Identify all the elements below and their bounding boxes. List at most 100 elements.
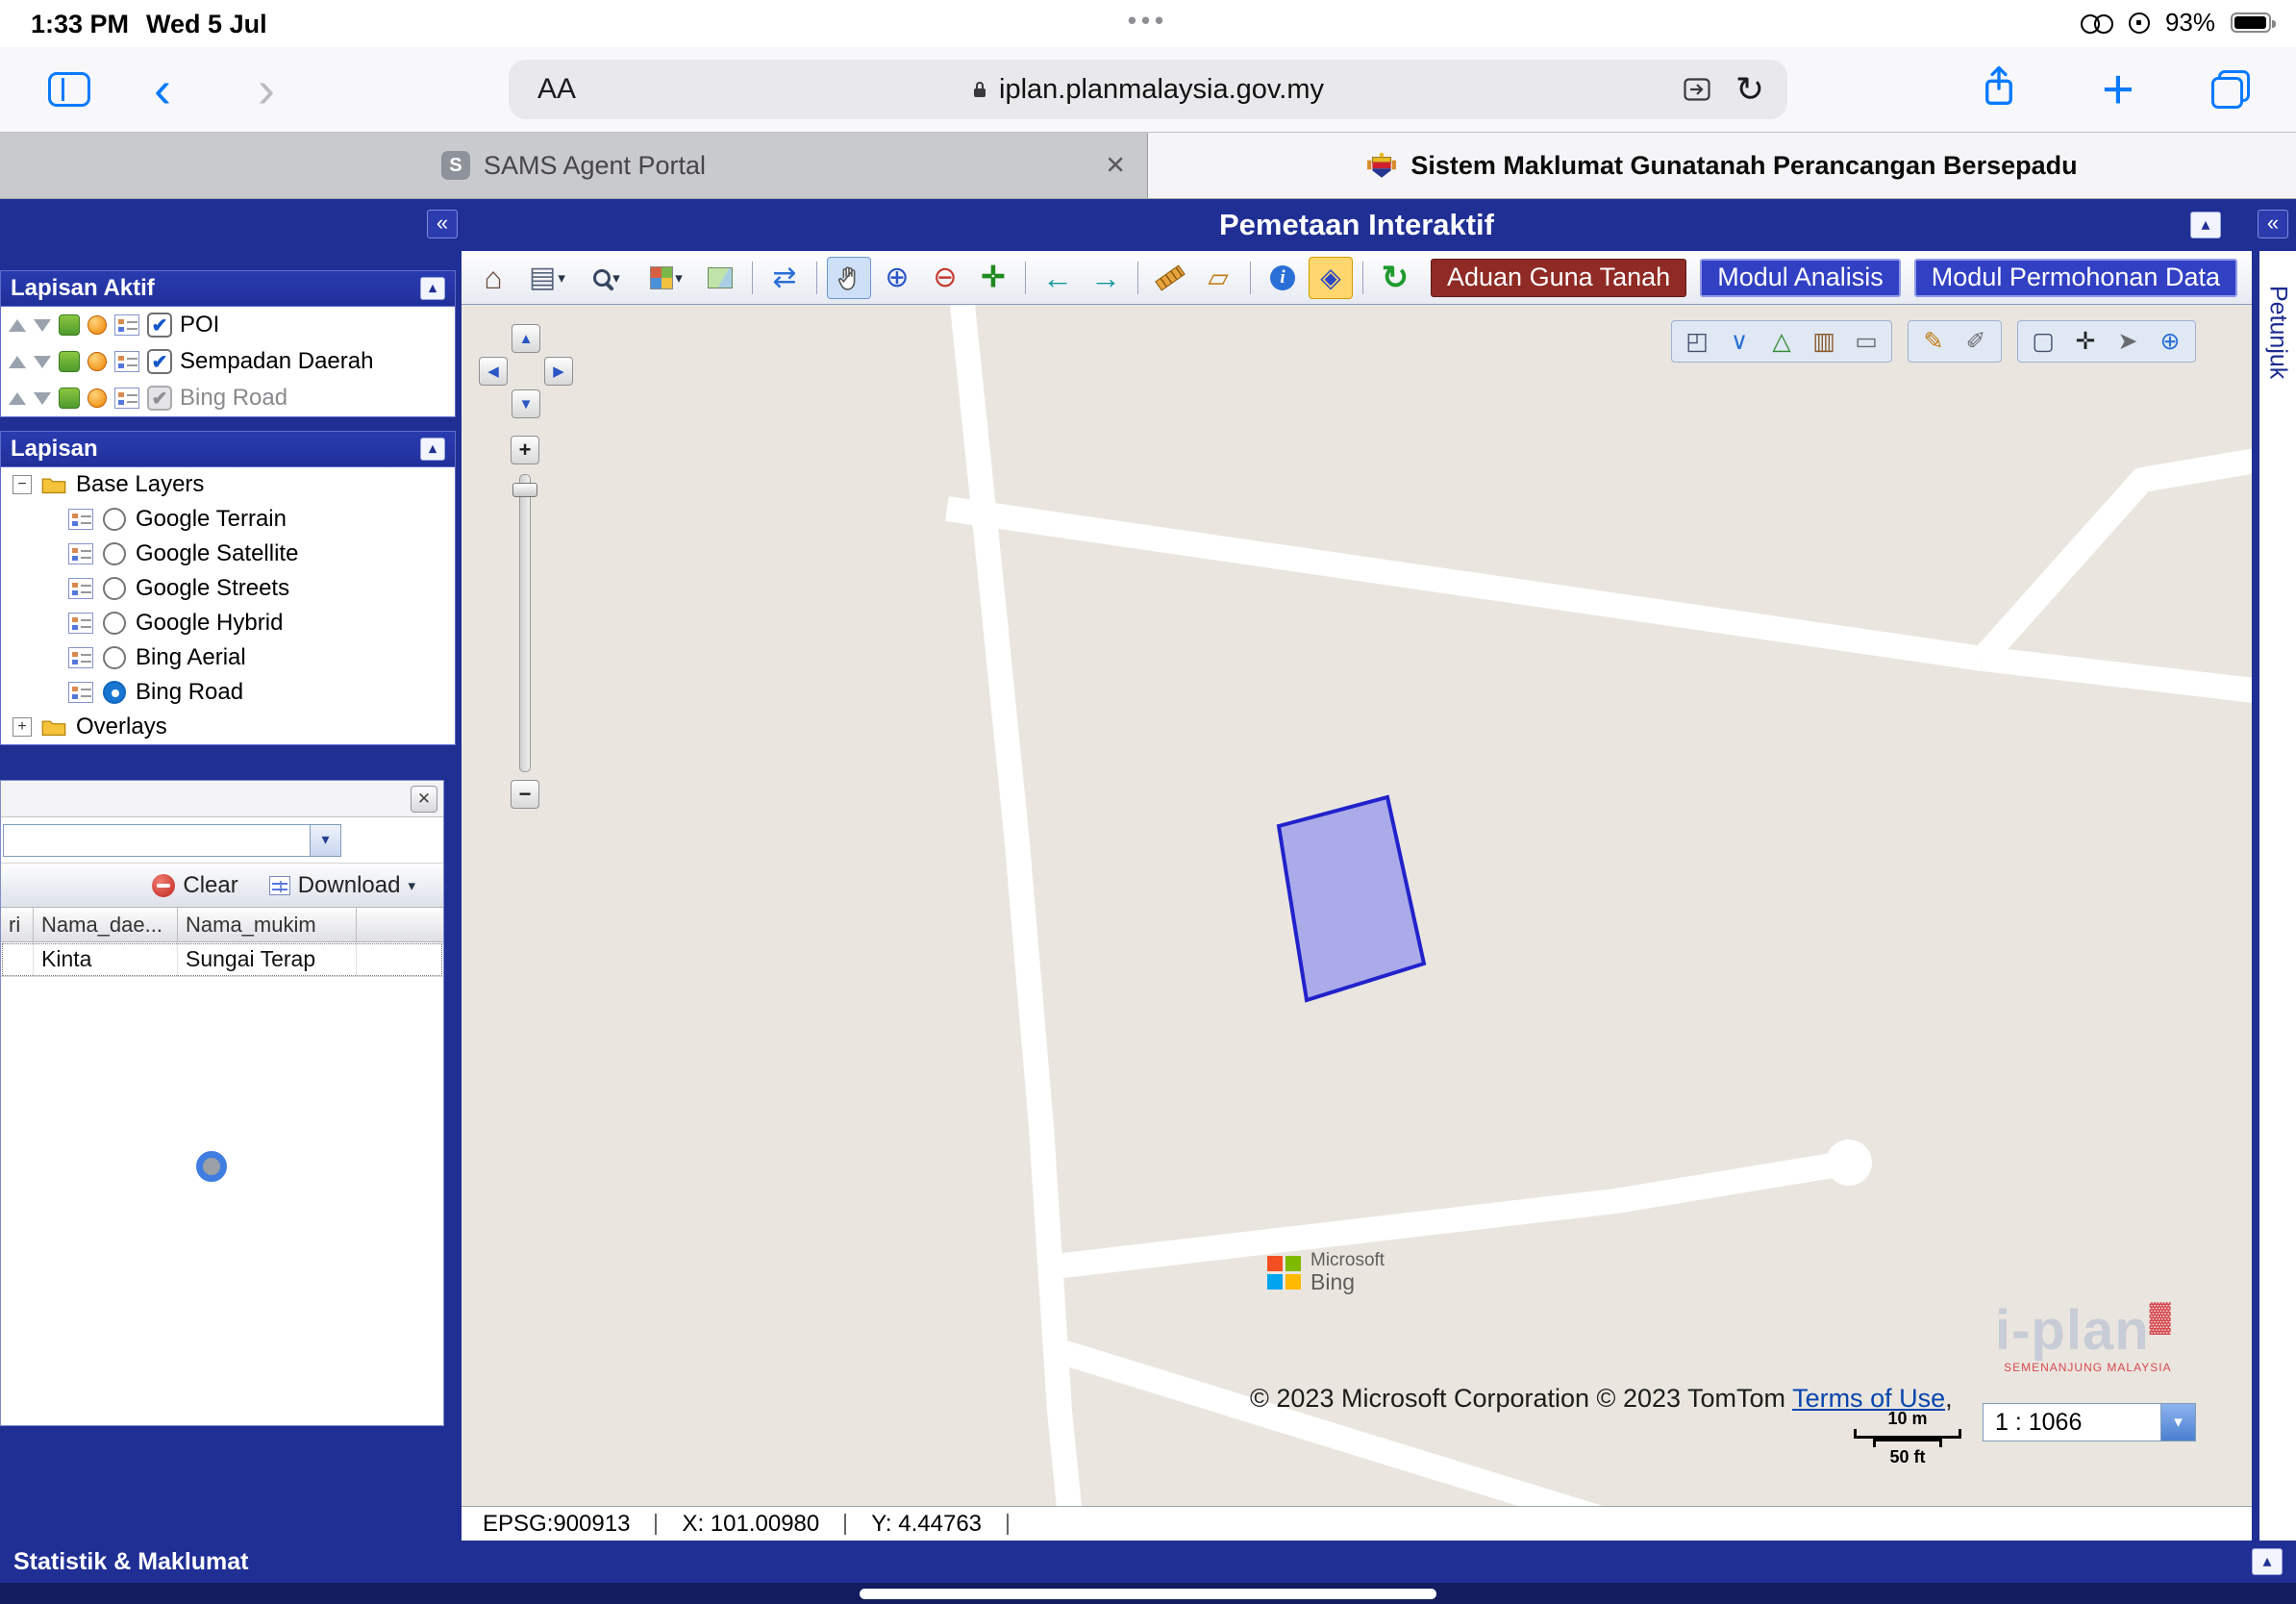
column-header[interactable]: Nama_mukim [178, 908, 357, 941]
map-canvas[interactable]: ▲ ◀ ▶ ▼ + − [462, 305, 2252, 1506]
base-layer-option-selected[interactable]: Bing Road [1, 675, 455, 710]
refresh-button[interactable] [1373, 257, 1417, 299]
zoom-out-step-button[interactable]: − [511, 780, 539, 809]
search-combobox[interactable] [3, 824, 341, 857]
back-button[interactable]: ‹ [154, 63, 171, 115]
base-layer-option[interactable]: Google Streets [1, 571, 455, 606]
previous-extent-button[interactable] [1036, 257, 1080, 299]
map-image-button[interactable] [698, 257, 742, 299]
base-layer-radio[interactable] [103, 508, 126, 531]
sketch-pencil-icon[interactable] [1914, 324, 1953, 359]
collapse-sidebar-button[interactable] [427, 210, 458, 238]
zoom-box-icon[interactable] [2024, 324, 2062, 359]
legend-icon[interactable] [68, 647, 93, 668]
base-layer-radio[interactable] [103, 646, 126, 669]
legend-icon[interactable] [68, 543, 93, 564]
pan-move-icon[interactable] [2066, 324, 2105, 359]
label-icon[interactable] [1847, 324, 1885, 359]
zoom-to-layer-icon[interactable] [59, 351, 80, 372]
next-extent-button[interactable] [1084, 257, 1128, 299]
column-header[interactable]: ri [1, 908, 34, 941]
multitask-dots[interactable]: ••• [1128, 6, 1168, 36]
collapse-header-button[interactable] [2190, 212, 2221, 238]
legend-icon[interactable] [114, 351, 139, 372]
reload-button[interactable]: ↻ [1735, 69, 1764, 110]
move-layer-up-icon[interactable] [9, 319, 26, 332]
aduan-guna-tanah-button[interactable]: Aduan Guna Tanah [1431, 259, 1686, 297]
close-tab-button[interactable] [1105, 151, 1126, 181]
share-button[interactable] [1981, 65, 2017, 114]
search-combobox-input[interactable] [4, 825, 310, 856]
scale-dropdown-icon[interactable] [2160, 1404, 2195, 1441]
download-button[interactable]: Download [261, 868, 424, 903]
legend-icon[interactable] [68, 578, 93, 599]
base-layers-folder[interactable]: − Base Layers [1, 467, 455, 502]
base-layer-option[interactable]: Bing Aerial [1, 640, 455, 675]
base-layer-radio[interactable] [103, 577, 126, 600]
base-layer-radio-selected[interactable] [103, 681, 126, 704]
zoom-slider[interactable] [519, 474, 531, 772]
draw-polygon-icon[interactable] [1762, 324, 1801, 359]
statistik-bar[interactable]: Statistik & Maklumat [0, 1541, 2296, 1583]
full-extent-button[interactable] [971, 257, 1015, 299]
move-layer-down-icon[interactable] [34, 319, 51, 332]
info-button[interactable]: i [1260, 257, 1305, 299]
scale-ratio-select[interactable]: 1 : 1066 [1983, 1403, 2196, 1441]
swap-map-button[interactable] [762, 257, 807, 299]
move-layer-down-icon[interactable] [34, 356, 51, 368]
new-tab-button[interactable]: + [2102, 58, 2134, 122]
move-layer-down-icon[interactable] [34, 392, 51, 405]
zoom-out-button[interactable] [923, 257, 967, 299]
tab-overview-button[interactable] [2211, 70, 2250, 109]
info-select-icon[interactable] [2109, 324, 2147, 359]
clear-button[interactable]: Clear [143, 868, 246, 903]
panel-collapse-button[interactable] [420, 277, 445, 300]
reader-view-icon[interactable] [1684, 78, 1710, 101]
base-layer-option[interactable]: Google Satellite [1, 537, 455, 571]
remove-layer-icon[interactable] [87, 388, 107, 408]
selected-parcel-polygon[interactable] [1279, 797, 1424, 1000]
identify-button[interactable] [1309, 257, 1353, 299]
base-layer-radio[interactable] [103, 612, 126, 635]
panel-collapse-button[interactable] [420, 438, 445, 461]
address-bar[interactable]: AA iplan.planmalaysia.gov.my ↻ [509, 60, 1787, 119]
zoom-slider-handle[interactable] [512, 483, 537, 497]
collapse-petunjuk-button[interactable] [2258, 210, 2288, 238]
modul-analisis-button[interactable]: Modul Analisis [1700, 259, 1901, 297]
safari-sidebar-button[interactable] [48, 72, 90, 107]
sketch-style-icon[interactable] [1957, 324, 1995, 359]
select-parcel-icon[interactable] [1678, 324, 1716, 359]
pan-west-button[interactable]: ◀ [479, 357, 508, 386]
basemap-button[interactable] [638, 257, 694, 299]
legend-icon[interactable] [68, 682, 93, 703]
base-layer-option[interactable]: Google Hybrid [1, 606, 455, 640]
tab-iplan[interactable]: Sistem Maklumat Gunatanah Perancangan Be… [1148, 133, 2296, 198]
close-results-button[interactable] [411, 786, 437, 813]
petunjuk-tab[interactable]: Petunjuk [2264, 286, 2292, 379]
home-button[interactable] [471, 257, 515, 299]
zoom-in-step-button[interactable]: + [511, 436, 539, 464]
draw-vertex-icon[interactable] [1720, 324, 1759, 359]
column-header[interactable]: Nama_dae... [34, 908, 178, 941]
forward-button[interactable]: › [258, 63, 275, 115]
move-layer-up-icon[interactable] [9, 356, 26, 368]
pan-north-button[interactable]: ▲ [512, 324, 540, 353]
combobox-dropdown-icon[interactable] [310, 825, 340, 856]
legend-icon[interactable] [114, 388, 139, 409]
table-row[interactable]: Kinta Sungai Terap [1, 942, 443, 977]
base-layer-radio[interactable] [103, 542, 126, 565]
remove-layer-icon[interactable] [87, 352, 107, 371]
measure-area-button[interactable] [1196, 257, 1240, 299]
layer-checkbox[interactable] [147, 313, 172, 338]
pan-button[interactable] [827, 257, 871, 299]
remove-layer-icon[interactable] [87, 315, 107, 335]
zoom-to-layer-icon[interactable] [59, 314, 80, 336]
legend-icon[interactable] [68, 509, 93, 530]
layers-menu-button[interactable] [519, 257, 575, 299]
collapse-folder-icon[interactable]: − [12, 475, 32, 494]
zoom-tools-button[interactable] [579, 257, 635, 299]
zoom-in-button[interactable] [875, 257, 919, 299]
legend-icon[interactable] [114, 314, 139, 336]
home-indicator[interactable] [860, 1589, 1436, 1599]
base-layer-option[interactable]: Google Terrain [1, 502, 455, 537]
